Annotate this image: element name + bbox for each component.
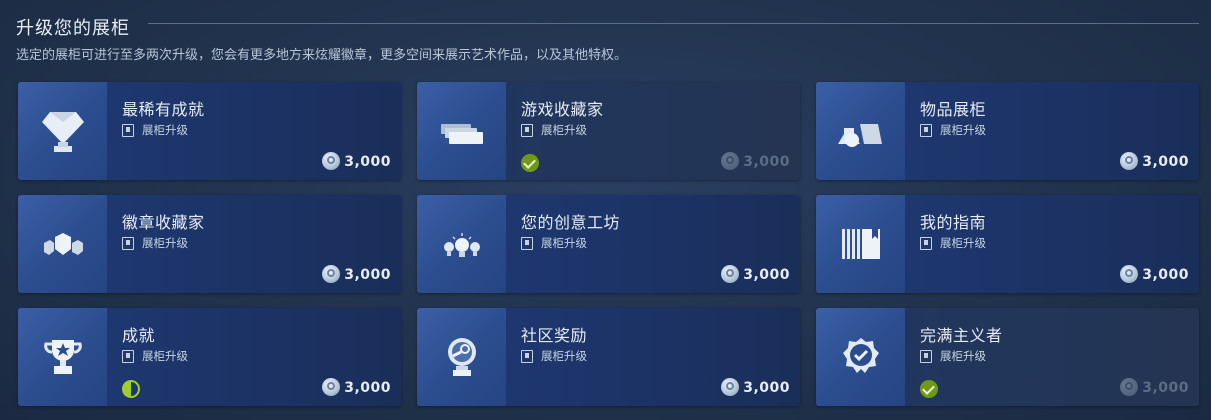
showcase-grid: 最稀有成就 展柜升级 3,000 游戏收藏家 展柜升级 3,000 物品展柜 展… (18, 82, 1199, 412)
page-title: 升级您的展柜 (16, 18, 130, 39)
points-coin-icon (1120, 378, 1139, 396)
card-title: 您的创意工坊 (521, 213, 621, 232)
points-coin-icon (1120, 152, 1139, 170)
showcase-tag-icon (920, 124, 932, 137)
card-tag: 展柜升级 (521, 348, 587, 364)
points-coin-icon (322, 378, 341, 396)
items-icon (816, 82, 905, 180)
showcase-card-my-guides[interactable]: 我的指南 展柜升级 3,000 (816, 195, 1199, 293)
showcase-card-rarest-achievement[interactable]: 最稀有成就 展柜升级 3,000 (18, 82, 401, 180)
showcase-card-achievements[interactable]: 成就 展柜升级 3,000 (18, 308, 401, 406)
card-price: 3,000 (721, 378, 790, 396)
game-cards-icon (417, 82, 506, 180)
trophy-icon (18, 308, 107, 406)
showcase-tag-icon (521, 237, 533, 250)
card-price: 3,000 (322, 378, 391, 396)
badge-seal-icon (816, 308, 905, 406)
card-title: 完满主义者 (920, 326, 1003, 345)
partial-progress-icon (122, 380, 140, 398)
card-price: 3,000 (322, 265, 391, 283)
guide-icon (816, 195, 905, 293)
card-tag: 展柜升级 (122, 348, 188, 364)
diamond-icon (18, 82, 107, 180)
showcase-card-workshop[interactable]: 您的创意工坊 展柜升级 3,000 (417, 195, 800, 293)
card-tag: 展柜升级 (920, 348, 986, 364)
badges-icon (18, 195, 107, 293)
showcase-card-completionist[interactable]: 完满主义者 展柜升级 3,000 (816, 308, 1199, 406)
card-title: 成就 (122, 326, 156, 345)
points-coin-icon (721, 378, 740, 396)
points-coin-icon (721, 152, 740, 170)
owned-check-icon (920, 380, 938, 398)
showcase-tag-icon (521, 350, 533, 363)
steam-award-icon (417, 308, 506, 406)
card-tag: 展柜升级 (521, 122, 587, 138)
card-tag: 展柜升级 (122, 235, 188, 251)
card-price: 3,000 (721, 265, 790, 283)
showcase-card-badge-collector[interactable]: 徽章收藏家 展柜升级 3,000 (18, 195, 401, 293)
showcase-tag-icon (122, 124, 134, 137)
card-price: 3,000 (721, 152, 790, 170)
card-title: 物品展柜 (920, 100, 987, 119)
points-coin-icon (322, 152, 341, 170)
card-tag: 展柜升级 (920, 235, 986, 251)
showcase-card-community-awards[interactable]: 社区奖励 展柜升级 3,000 (417, 308, 800, 406)
card-price: 3,000 (1120, 265, 1189, 283)
showcase-card-item-showcase[interactable]: 物品展柜 展柜升级 3,000 (816, 82, 1199, 180)
points-coin-icon (322, 265, 341, 283)
card-title: 我的指南 (920, 213, 987, 232)
showcase-card-game-collector[interactable]: 游戏收藏家 展柜升级 3,000 (417, 82, 800, 180)
card-price: 3,000 (1120, 378, 1189, 396)
showcase-tag-icon (521, 124, 533, 137)
card-price: 3,000 (1120, 152, 1189, 170)
section-header: 升级您的展柜 (16, 8, 1199, 40)
page-subtitle: 选定的展柜可进行至多两次升级，您会有更多地方来炫耀徽章，更多空间来展示艺术作品，… (16, 48, 628, 63)
showcase-tag-icon (920, 350, 932, 363)
card-title: 游戏收藏家 (521, 100, 604, 119)
points-coin-icon (721, 265, 740, 283)
card-tag: 展柜升级 (920, 122, 986, 138)
points-coin-icon (1120, 265, 1139, 283)
card-tag: 展柜升级 (122, 122, 188, 138)
owned-check-icon (521, 154, 539, 172)
showcase-tag-icon (122, 237, 134, 250)
card-title: 最稀有成就 (122, 100, 205, 119)
card-title: 社区奖励 (521, 326, 588, 345)
showcase-tag-icon (122, 350, 134, 363)
showcase-tag-icon (920, 237, 932, 250)
card-title: 徽章收藏家 (122, 213, 205, 232)
card-tag: 展柜升级 (521, 235, 587, 251)
lightbulbs-icon (417, 195, 506, 293)
card-price: 3,000 (322, 152, 391, 170)
title-divider (148, 23, 1199, 24)
